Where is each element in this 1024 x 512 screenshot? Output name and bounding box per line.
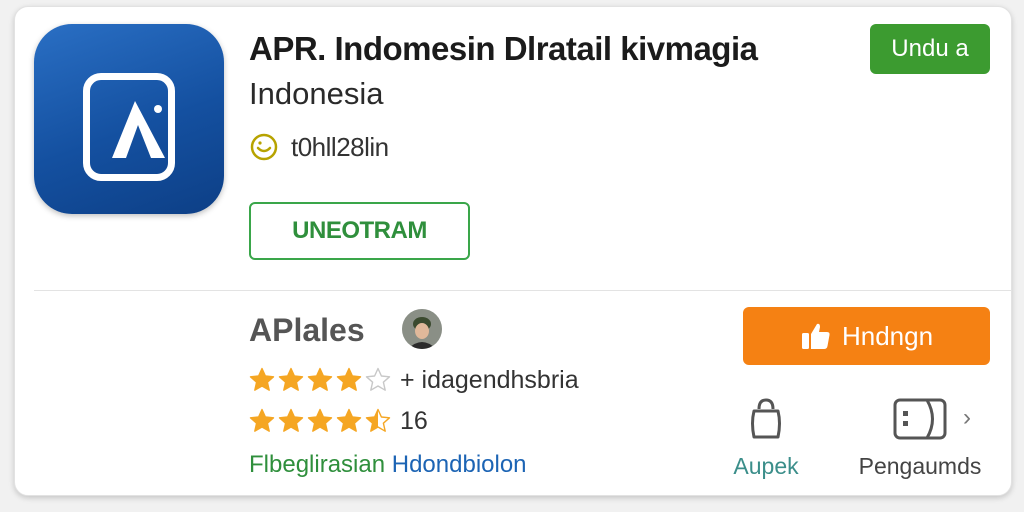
app-logo-mark xyxy=(112,101,165,158)
category-link-1[interactable]: Flbeglirasian xyxy=(249,451,385,478)
meta-row: t0hll28lin xyxy=(249,131,389,163)
window-icon xyxy=(893,398,947,440)
rating-text-2: 16 xyxy=(400,406,428,435)
star-filled-icon xyxy=(249,408,275,432)
rating-row-2: 16 xyxy=(249,407,428,435)
star-empty-icon xyxy=(365,367,391,391)
action-aupek[interactable]: Aupek xyxy=(716,397,816,480)
meta-text: t0hll28lin xyxy=(291,131,389,162)
smile-icon xyxy=(250,133,278,161)
outline-action-button[interactable]: UNEOTRAM xyxy=(249,202,470,260)
star-filled-icon xyxy=(307,408,333,432)
rating-stars-1 xyxy=(249,367,394,393)
action-pengaumds-label: Pengaumds xyxy=(858,453,982,479)
primary-action-label: Hndngn xyxy=(841,320,934,351)
app-logo-icon[interactable] xyxy=(34,24,224,214)
app-subtitle: Indonesia xyxy=(249,76,384,111)
star-filled-icon xyxy=(307,367,333,391)
app-title: APR. Indomesin Dlratail kivmagia xyxy=(249,30,758,67)
bag-icon xyxy=(751,398,781,439)
thumbs-up-icon xyxy=(801,323,830,349)
divider xyxy=(34,290,1012,291)
developer-name[interactable]: APlales xyxy=(249,312,365,349)
action-aupek-label: Aupek xyxy=(733,453,799,479)
star-filled-icon xyxy=(336,367,362,391)
primary-action-button[interactable]: Hndngn xyxy=(743,307,990,365)
rating-stars-2 xyxy=(249,408,394,434)
star-filled-icon xyxy=(278,408,304,432)
chevron-right-icon[interactable]: › xyxy=(963,404,971,432)
star-half-icon xyxy=(365,408,391,432)
download-button[interactable]: Undu a xyxy=(870,24,990,74)
star-filled-icon xyxy=(278,367,304,391)
star-filled-icon xyxy=(249,367,275,391)
rating-row-1: + idagendhsbria xyxy=(249,366,579,394)
category-row: Flbeglirasian Hdondbiolon xyxy=(249,451,527,479)
star-filled-icon xyxy=(336,408,362,432)
rating-text-1: + idagendhsbria xyxy=(400,365,579,394)
category-link-2[interactable]: Hdondbiolon xyxy=(392,451,527,478)
avatar[interactable] xyxy=(402,309,442,349)
